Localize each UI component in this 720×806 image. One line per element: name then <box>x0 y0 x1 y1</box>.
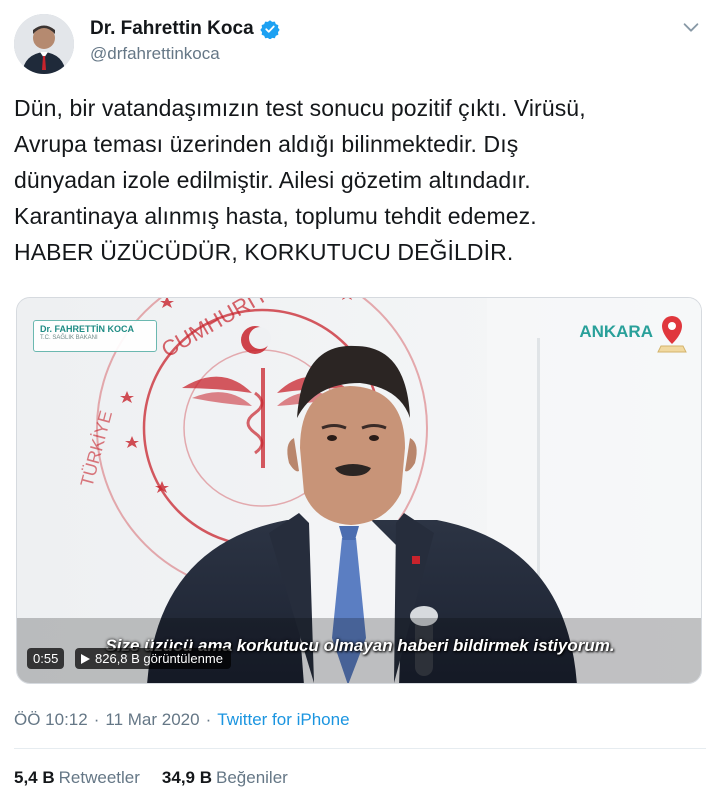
divider <box>14 748 706 749</box>
avatar-image <box>14 14 74 74</box>
likes-stat[interactable]: 34,9 B Beğeniler <box>162 768 288 788</box>
tweet-text-line: Avrupa teması üzerinden aldığı bilinmekt… <box>14 131 519 157</box>
meta-separator: · <box>205 710 212 729</box>
likes-label: Beğeniler <box>216 768 288 787</box>
location-label: ANKARA <box>579 322 653 341</box>
tweet-date[interactable]: 11 Mar 2020 <box>105 710 199 730</box>
retweets-count: 5,4 B <box>14 768 55 787</box>
view-count-badge: 826,8 B görüntülenme <box>75 648 231 669</box>
tweet-time[interactable]: ÖÖ 10:12 <box>14 710 88 730</box>
tweet-text-line: dünyadan izole edilmiştir. Ailesi gözeti… <box>14 167 531 193</box>
video-frame: CUMHURİYETİ TÜRKİYE <box>17 298 701 683</box>
play-icon <box>81 653 90 664</box>
video-duration-badge: 0:55 <box>27 648 65 669</box>
chevron-down-icon[interactable] <box>680 16 702 38</box>
retweets-stat[interactable]: 5,4 B Retweetler <box>14 768 140 788</box>
tweet-card: Dr. Fahrettin Koca @drfahrettinkoca Dün,… <box>0 0 720 806</box>
meta-separator: · <box>93 710 100 729</box>
tweet-stats: 5,4 B Retweetler 34,9 B Beğeniler <box>14 768 288 788</box>
lower-third-badge: Dr. FAHRETTİN KOCA T.C. SAĞLIK BAKANI <box>33 320 157 352</box>
tweet-text-line: Dün, bir vatandaşımızın test sonucu pozi… <box>14 95 586 121</box>
tweet-source-link[interactable]: Twitter for iPhone <box>217 710 349 730</box>
tweet-meta: ÖÖ 10:12 · 11 Mar 2020 · Twitter for iPh… <box>14 710 350 730</box>
view-count: 826,8 B görüntülenme <box>95 651 223 666</box>
tweet-text-line: HABER ÜZÜCÜDÜR, KORKUTUCU DEĞİLDİR. <box>14 239 514 265</box>
tweet-text: Dün, bir vatandaşımızın test sonucu pozi… <box>14 90 704 270</box>
verified-badge-icon <box>259 20 280 39</box>
author-name-row[interactable]: Dr. Fahrettin Koca <box>90 18 280 40</box>
author-display-name[interactable]: Dr. Fahrettin Koca <box>90 18 254 40</box>
avatar[interactable] <box>14 14 74 74</box>
author-handle[interactable]: @drfahrettinkoca <box>90 44 220 64</box>
tweet-text-line: Karantinaya alınmış hasta, toplumu tehdi… <box>14 203 537 229</box>
lower-third-name: Dr. FAHRETTİN KOCA <box>40 324 135 334</box>
video-player[interactable]: CUMHURİYETİ TÜRKİYE <box>16 297 702 684</box>
location-pin-icon <box>657 316 687 353</box>
lower-third-title: T.C. SAĞLIK BAKANI <box>40 335 98 341</box>
retweets-label: Retweetler <box>58 768 140 787</box>
likes-count: 34,9 B <box>161 768 212 787</box>
